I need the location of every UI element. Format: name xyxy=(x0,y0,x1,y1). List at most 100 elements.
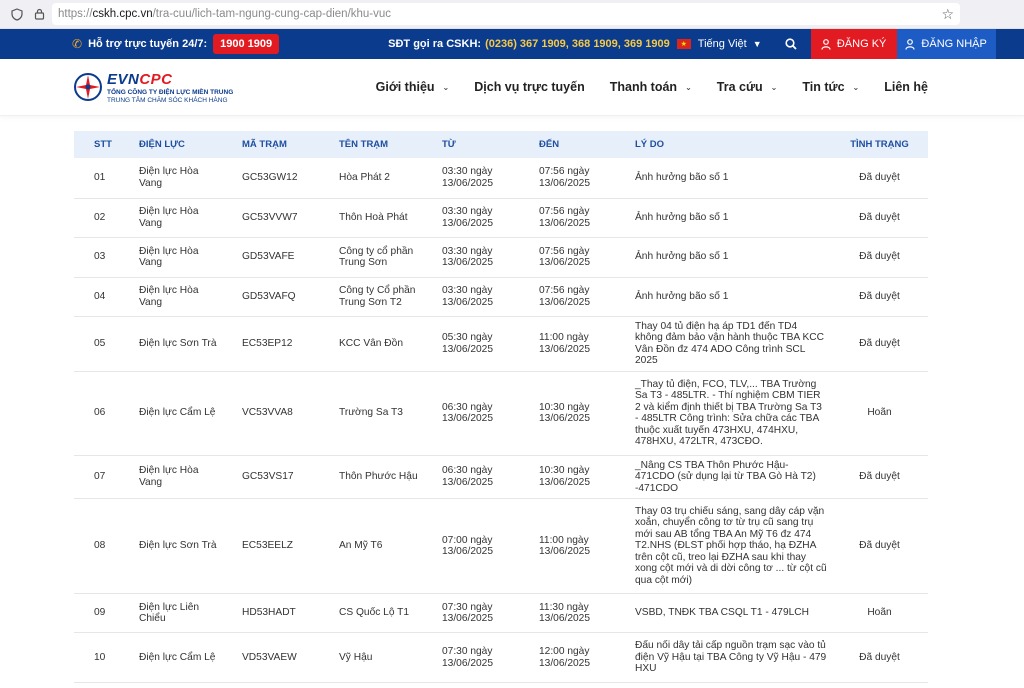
table-row[interactable]: 07 Điện lực Hòa Vang GC53VS17 Thôn Phước Hậ… xyxy=(74,455,928,499)
row-ten-tram: Trường Sa T3 xyxy=(339,371,442,456)
table-row[interactable]: 09 Điện lực Liên Chiểu HD53HADT CS Quốc Lộ … xyxy=(74,593,928,633)
row-tu: 03:30 ngày 13/06/2025 xyxy=(442,277,539,317)
row-ly-do: _Thay tủ điện, FCO, TLV,... TBA Trường S… xyxy=(635,371,831,456)
login-button[interactable]: ĐĂNG NHẬP xyxy=(896,29,996,59)
row-tinh-trang: Đã duyệt xyxy=(831,455,928,499)
row-den: 10:30 ngày 13/06/2025 xyxy=(539,371,635,456)
row-tinh-trang: Đã duyệt xyxy=(831,498,928,594)
row-dien-luc: Điện lực Cẩm Lệ xyxy=(139,371,242,456)
chevron-down-icon: ⌄ xyxy=(685,82,692,92)
row-ten-tram: Hòa Phát 2 xyxy=(339,158,442,199)
nav-item-label: Dịch vụ trực tuyến xyxy=(474,80,585,94)
brand-name: EVNCPC xyxy=(107,71,233,88)
nav-item-0[interactable]: Giới thiệu ⌄ xyxy=(376,80,450,94)
row-ma-tram: VC53VVA8 xyxy=(242,371,339,456)
column-header: TỪ xyxy=(442,139,456,150)
row-stt: 04 xyxy=(74,277,139,317)
row-tinh-trang: Hoãn xyxy=(831,371,928,456)
lock-icon[interactable] xyxy=(30,5,48,23)
language-label: Tiếng Việt xyxy=(697,38,747,50)
column-header: TÌNH TRẠNG xyxy=(850,139,909,150)
company-subtitle: TRUNG TÂM CHĂM SÓC KHÁCH HÀNG xyxy=(107,96,228,104)
company-name: TỔNG CÔNG TY ĐIỆN LỰC MIỀN TRUNG xyxy=(107,88,234,96)
table-row[interactable]: 04 Điện lực Hòa Vang GD53VAFQ Công ty Cổ ph… xyxy=(74,277,928,317)
outage-schedule-table: STT ĐIỆN LỰC MÃ TRẠM TÊN TRẠM TỪ ĐẾN LÝ DO TÌNH… xyxy=(74,131,928,683)
login-label: ĐĂNG NHẬP xyxy=(921,38,987,50)
cskh-numbers: (0236) 367 1909, 368 1909, 369 1909 xyxy=(485,38,670,50)
evn-logo-icon xyxy=(74,73,102,101)
user-icon xyxy=(821,38,831,50)
nav-item-1[interactable]: Dịch vụ trực tuyến xyxy=(474,80,584,94)
row-ten-tram: Thôn Hoà Phát xyxy=(339,198,442,238)
hotline-number[interactable]: 1900 1909 xyxy=(213,34,280,54)
nav-item-5[interactable]: Liên hệ xyxy=(884,80,928,94)
brand-evn: EVN xyxy=(107,70,140,88)
row-den: 10:30 ngày 13/06/2025 xyxy=(539,455,635,499)
table-row[interactable]: 06 Điện lực Cẩm Lệ VC53VVA8 Trường Sa T3 06:… xyxy=(74,371,928,456)
row-tu: 03:30 ngày 13/06/2025 xyxy=(442,237,539,278)
hotline: ✆ Hỗ trợ trực tuyến 24/7: 1900 1909 xyxy=(0,34,280,54)
table-row[interactable]: 03 Điện lực Hòa Vang GD53VAFE Công ty cổ ph… xyxy=(74,237,928,278)
table-row[interactable]: 10 Điện lực Cẩm Lệ VD53VAEW Vỹ Hậu 07:30 ngà… xyxy=(74,632,928,683)
row-stt: 07 xyxy=(74,455,139,499)
nav-item-label: Tin tức xyxy=(802,80,845,94)
shield-icon[interactable] xyxy=(8,5,26,23)
search-icon[interactable] xyxy=(784,38,798,50)
row-ten-tram: Công ty Cổ phần Trung Sơn T2 xyxy=(339,277,442,317)
user-icon xyxy=(905,38,916,50)
row-dien-luc: Điện lực Liên Chiểu xyxy=(139,593,242,633)
url-path: /tra-cuu/lich-tam-ngung-cung-cap-dien/kh… xyxy=(152,8,392,20)
table-row[interactable]: 02 Điện lực Hòa Vang GC53VVW7 Thôn Hoà Phát… xyxy=(74,198,928,238)
language-selector[interactable]: ★ Tiếng Việt ▼ xyxy=(676,38,762,50)
row-ly-do: VSBD, TNĐK TBA CSQL T1 - 479LCH xyxy=(635,593,831,633)
nav-item-4[interactable]: Tin tức ⌄ xyxy=(802,80,859,94)
phone-icon: ✆ xyxy=(72,37,83,51)
chevron-down-icon: ⌄ xyxy=(852,82,860,92)
column-header: ĐIỆN LỰC xyxy=(139,139,185,150)
outage-schedule-table-container: STT ĐIỆN LỰC MÃ TRẠM TÊN TRẠM TỪ ĐẾN LÝ DO TÌNH… xyxy=(74,131,928,683)
row-tu: 07:30 ngày 13/06/2025 xyxy=(442,593,539,633)
row-tu: 03:30 ngày 13/06/2025 xyxy=(442,198,539,238)
row-ly-do: Ảnh hưởng bão số 1 xyxy=(635,237,831,278)
cskh-contact: SĐT gọi ra CSKH: (0236) 367 1909, 368 19… xyxy=(388,38,670,50)
row-dien-luc: Điện lực Hòa Vang xyxy=(139,237,242,278)
row-tinh-trang: Hoãn xyxy=(831,593,928,633)
nav-item-2[interactable]: Thanh toán ⌄ xyxy=(610,80,692,94)
chevron-down-icon: ▼ xyxy=(752,39,762,49)
row-dien-luc: Điện lực Sơn Trà xyxy=(139,498,242,594)
row-stt: 08 xyxy=(74,498,139,594)
row-ma-tram: GC53VS17 xyxy=(242,455,339,499)
row-dien-luc: Điện lực Hòa Vang xyxy=(139,455,242,499)
chevron-down-icon: ⌄ xyxy=(770,82,778,92)
row-ten-tram: KCC Vân Đồn xyxy=(339,316,442,372)
row-dien-luc: Điện lực Hòa Vang xyxy=(139,198,242,238)
table-body: 01 Điện lực Hòa Vang GC53GW12 Hòa Phát 2 03:… xyxy=(74,158,928,683)
address-bar[interactable]: https://cskh.cpc.vn/tra-cuu/lich-tam-ngu… xyxy=(52,3,960,25)
nav-item-3[interactable]: Tra cứu ⌄ xyxy=(717,80,778,94)
top-contact-bar: ✆ Hỗ trợ trực tuyến 24/7: 1900 1909 SĐT … xyxy=(0,29,1024,59)
row-den: 11:00 ngày 13/06/2025 xyxy=(539,498,635,594)
nav-item-label: Giới thiệu xyxy=(375,80,435,94)
table-row[interactable]: 01 Điện lực Hòa Vang GC53GW12 Hòa Phát 2 03:… xyxy=(74,158,928,199)
row-ma-tram: GD53VAFQ xyxy=(242,277,339,317)
site-header: EVNCPC TỔNG CÔNG TY ĐIỆN LỰC MIỀN TRUNG … xyxy=(0,59,1024,116)
evncpc-logo[interactable]: EVNCPC TỔNG CÔNG TY ĐIỆN LỰC MIỀN TRUNG … xyxy=(73,71,233,104)
row-stt: 01 xyxy=(74,158,139,199)
row-ma-tram: HD53HADT xyxy=(242,593,339,633)
table-row[interactable]: 08 Điện lực Sơn Trà EC53EELZ An Mỹ T6 07:00 … xyxy=(74,498,928,594)
row-ten-tram: Công ty cổ phần Trung Sơn xyxy=(339,237,442,278)
table-row[interactable]: 05 Điện lực Sơn Trà EC53EP12 KCC Vân Đồn 05:… xyxy=(74,316,928,372)
table-header-row: STT ĐIỆN LỰC MÃ TRẠM TÊN TRẠM TỪ ĐẾN LÝ DO TÌNH… xyxy=(74,131,928,158)
nav-item-label: Tra cứu xyxy=(716,80,763,94)
row-dien-luc: Điện lực Hòa Vang xyxy=(139,277,242,317)
row-den: 12:00 ngày 13/06/2025 xyxy=(539,632,635,683)
vietnam-flag-icon: ★ xyxy=(676,39,691,49)
register-button[interactable]: ĐĂNG KÝ xyxy=(810,29,897,59)
bookmark-star-icon[interactable]: ☆ xyxy=(941,6,954,23)
row-ma-tram: EC53EP12 xyxy=(242,316,339,372)
row-tu: 03:30 ngày 13/06/2025 xyxy=(442,158,539,199)
row-dien-luc: Điện lực Cẩm Lệ xyxy=(139,632,242,683)
brand-cpc: CPC xyxy=(139,70,173,88)
row-ten-tram: An Mỹ T6 xyxy=(339,498,442,594)
row-ly-do: _Nâng CS TBA Thôn Phước Hậu-471CDO (sử d… xyxy=(635,455,831,499)
